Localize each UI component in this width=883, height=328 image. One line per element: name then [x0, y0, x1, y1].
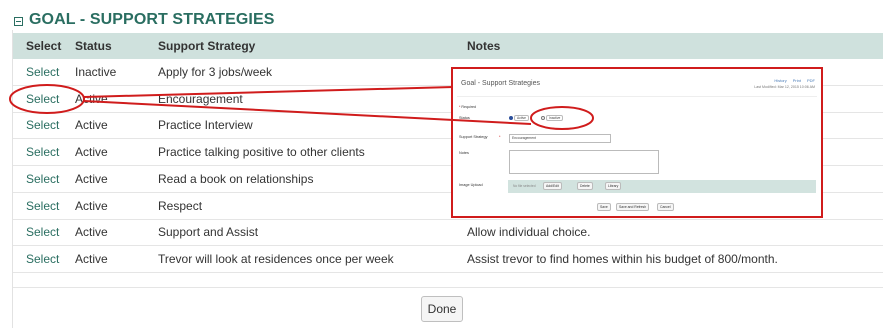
status-cell: Active [75, 91, 108, 106]
dialog-toolbar: History Print PDF [774, 78, 815, 83]
library-button[interactable]: Library [605, 182, 622, 190]
active-option: Active [514, 115, 529, 121]
strategy-cell: Practice talking positive to other clien… [158, 145, 365, 160]
status-cell: Active [75, 198, 108, 213]
strategy-cell: Support and Assist [158, 225, 259, 240]
support-strategies-page: GOAL - SUPPORT STRATEGIES Select Status … [0, 0, 883, 328]
notes-textarea[interactable] [509, 150, 659, 174]
done-button[interactable]: Done [421, 296, 463, 322]
dialog-screenshot: Goal - Support Strategies History Print … [451, 67, 823, 218]
strategy-label: Support Strategy [459, 135, 488, 139]
upload-placeholder: No file selected [513, 184, 536, 188]
select-link[interactable]: Select [26, 145, 59, 159]
status-cell: Inactive [75, 64, 117, 79]
strategy-cell: Encouragement [158, 91, 243, 106]
required-note: *Required [459, 105, 476, 109]
header-notes: Notes [467, 39, 501, 53]
header-select: Select [26, 39, 62, 53]
add-edit-button[interactable]: Add/Edit [543, 182, 562, 190]
inactive-option: Inactive [546, 115, 564, 121]
status-cell: Active [75, 118, 108, 133]
header-strategy: Support Strategy [158, 39, 256, 53]
select-link[interactable]: Select [26, 252, 59, 266]
table-row: Select Active Trevor will look at reside… [13, 246, 883, 273]
active-radio[interactable] [509, 116, 513, 120]
select-link[interactable]: Select [26, 65, 59, 79]
select-link[interactable]: Select [26, 92, 59, 106]
status-label: Status [459, 116, 470, 120]
section-header[interactable]: GOAL - SUPPORT STRATEGIES [14, 9, 274, 31]
select-link[interactable]: Select [26, 199, 59, 213]
status-cell: Active [75, 225, 108, 240]
strategy-cell: Read a book on relationships [158, 171, 314, 186]
notes-cell: Assist trevor to find homes within his b… [467, 252, 778, 267]
header-status: Status [75, 39, 112, 53]
notes-label: Notes [459, 151, 469, 155]
table-row: Select Active Support and Assist Allow i… [13, 220, 883, 247]
select-link[interactable]: Select [26, 118, 59, 132]
delete-button[interactable]: Delete [577, 182, 593, 190]
dialog-divider [457, 96, 817, 97]
strategy-cell: Practice Interview [158, 118, 253, 133]
dialog-title: Goal - Support Strategies [461, 80, 540, 87]
history-link[interactable]: History [774, 78, 786, 83]
status-cell: Active [75, 252, 108, 267]
print-link[interactable]: Print [793, 78, 801, 83]
required-label: Required [461, 105, 476, 109]
strategy-cell: Apply for 3 jobs/week [158, 64, 273, 79]
required-marker: * [499, 135, 501, 139]
last-modified: Last Modified: Mar 12, 2015 10:06 AM [754, 85, 815, 89]
inactive-radio[interactable] [541, 116, 545, 120]
status-cell: Active [75, 171, 108, 186]
section-title: GOAL - SUPPORT STRATEGIES [29, 11, 275, 28]
strategy-input[interactable]: Encouragement [509, 134, 611, 143]
cancel-button[interactable]: Cancel [657, 203, 674, 211]
pdf-link[interactable]: PDF [807, 78, 815, 83]
upload-label: Image Upload [459, 183, 483, 187]
save-button[interactable]: Save [597, 203, 611, 211]
divider [13, 287, 883, 288]
notes-cell: Allow individual choice. [467, 225, 591, 240]
select-link[interactable]: Select [26, 172, 59, 186]
strategy-cell: Respect [158, 198, 203, 213]
status-cell: Active [75, 145, 108, 160]
table-header: Select Status Support Strategy Notes [13, 33, 883, 59]
save-and-refresh-button[interactable]: Save and Refresh [616, 203, 650, 211]
collapse-icon[interactable] [14, 16, 23, 26]
strategy-cell: Trevor will look at residences once per … [158, 252, 394, 267]
select-link[interactable]: Select [26, 225, 59, 239]
